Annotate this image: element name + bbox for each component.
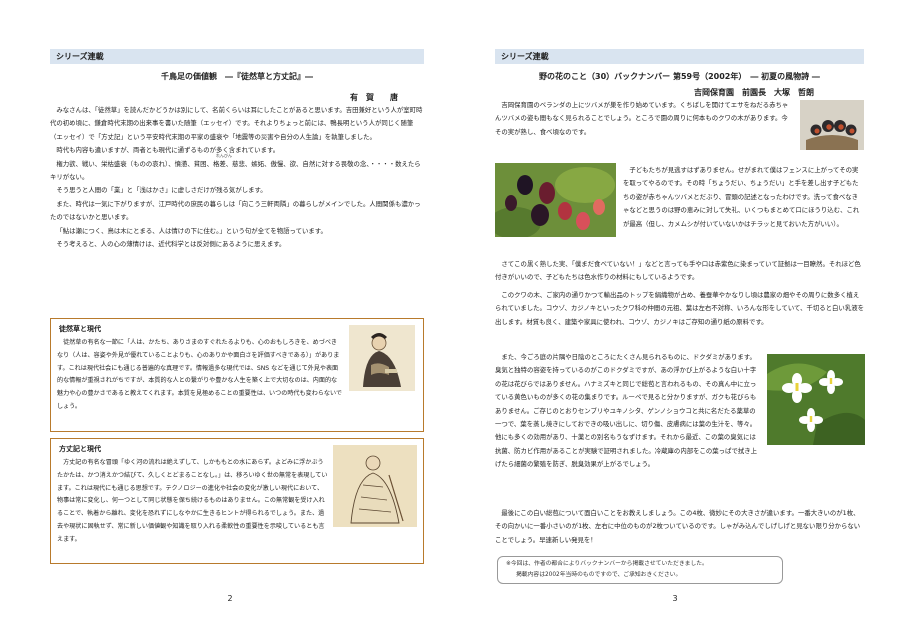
left-page: シリーズ連載 千鳥足の価値観 ―『徒然草と方丈記』― 有 賀 唐 みなさんは、「… [0, 0, 455, 644]
paragraph: そう考えると、人の心の薄情けは、近代科学とは反対側にあるように思えます。 [56, 240, 286, 249]
article-title: 野の花のこと（30）バックナンバー 第59号（2002年） ― 初夏の風物詩 ― [539, 72, 820, 81]
author-name: 有 賀 唐 [350, 93, 398, 102]
dokudami-image [767, 354, 865, 445]
box-text: 徒然草の有名な一節に「人は、かたち、ありさまのすぐれたるよりも、心のおもしろきを… [57, 339, 343, 410]
note-line: 掲載内容は2002年当時のものですので、ご承知おきください。 [516, 572, 682, 578]
box-text: 方丈記の有名な冒頭「ゆく河の流れは絶えずして、しかももとの水にあらず。よどみに浮… [57, 459, 328, 543]
box-heading: 方丈記と現代 [59, 445, 101, 453]
box-heading: 徒然草と現代 [59, 325, 101, 333]
swallow-nest-image [800, 100, 864, 150]
paragraph: 吉岡保育園のベランダの上にツバメが巣を作り始めています。くちばしを開けてエサをね… [495, 101, 789, 136]
editor-note: ※今回は、作者の都合によりバックナンバーから掲載させていただきました。 掲載内容… [497, 556, 783, 584]
paragraph: 最後にこの白い総苞について面白いことをお教えしましょう。この4枚、微妙にその大き… [495, 509, 861, 544]
series-label: シリーズ連載 [50, 49, 424, 64]
author-name: 吉岡保育園 前園長 大塚 哲朗 [694, 88, 814, 97]
page-number: 2 [227, 594, 233, 603]
tsurezuregusa-box: 徒然草と現代 徒然草の有名な一節に「人は、かたち、ありさまのすぐれたるよりも、心… [50, 318, 424, 432]
paragraph: そう思うと人間の「業」と「浅はかさ」に虚しさだけが残る気がします。 [56, 186, 267, 195]
note-line: ※今回は、作者の都合によりバックナンバーから掲載させていただきました。 [506, 561, 708, 567]
kenko-portrait-image [349, 325, 415, 391]
paragraph: みなさんは、「徒然草」を読んだかどうかは別にして、名前くらいは耳にしたことがある… [50, 106, 423, 141]
paragraph: また、今ごろ庭の片隅や日陰のところにたくさん見られるものに、ドクダミがあります。… [495, 353, 758, 469]
paragraph: 「鮎は瀬につく、鳥は木にとまる、人は情けの下に住む。」という句が全てを物語ってい… [56, 226, 327, 235]
paragraph: 権力欲、戦い、栄枯盛衰（ものの哀れ）、憤懣、貧困、格差、慈悲、嫉妬、傲慢、欲、自… [50, 159, 421, 182]
chomei-portrait-image [333, 445, 417, 527]
hojoki-box: 方丈記と現代 方丈記の有名な冒頭「ゆく河の流れは絶えずして、しかももとの水にあら… [50, 438, 424, 564]
paragraph: また、時代は一気に下がりますが、江戸時代の庶民の暮らしは「向こう三軒両隣」の暮ら… [50, 199, 421, 222]
right-page: シリーズ連載 野の花のこと（30）バックナンバー 第59号（2002年） ― 初… [455, 0, 910, 644]
series-label: シリーズ連載 [495, 49, 864, 64]
paragraph: 時代も内容も違いますが、両者とも現代に通ずるものが多く含まれています。 [56, 146, 280, 155]
page-number: 3 [672, 594, 678, 603]
mulberry-image [495, 163, 616, 237]
article-body: みなさんは、「徒然草」を読んだかどうかは別にして、名前くらいは耳にしたことがある… [50, 104, 424, 251]
paragraph: さてこの黒く熟した実、「僕まだ食べていない！」などと言っても手や口は赤紫色に染ま… [495, 260, 861, 282]
paragraph: このクワの木、ご家内の通りかつて輸出品のトップを絹織物が占め、養蚕華やかなりし頃… [495, 291, 864, 326]
article-title: 千鳥足の価値観 ―『徒然草と方丈記』― [161, 72, 313, 81]
paragraph: 子どもたちが見逃すはずありません。せがまれて僕はフェンスに上がってその実を取って… [623, 166, 860, 228]
